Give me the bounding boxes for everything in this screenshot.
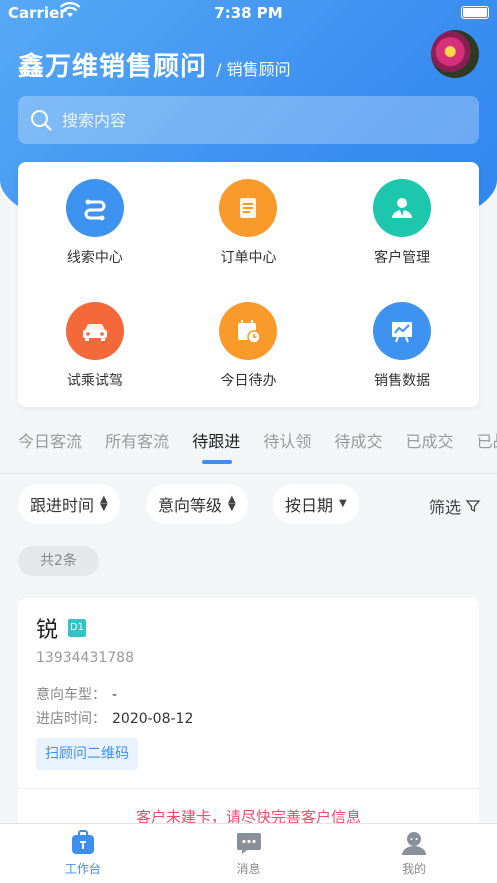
sort-icon: ▲ ▼ [228,494,236,513]
field-value: 2020-08-12 [112,711,194,727]
page-title-row: 鑫万维销售顾问 / 销售顾问 [18,46,291,83]
workbench-icon [71,830,94,854]
grid-label: 订单中心 [220,250,277,267]
search-bar[interactable] [18,96,479,144]
follow-time-sort-button[interactable]: 跟进时间 ▲ ▼ [18,484,120,524]
grid-label: 线索中心 [66,250,123,267]
tab-bar: 今日客流 所有客流 待跟进 待认领 待成交 已成交 已战败 [0,420,497,474]
nav-label: 我的 [402,862,427,876]
grid-item-order-center[interactable]: 订单中心 [172,162,326,285]
calendar-icon [219,301,278,360]
tab-today-flow[interactable]: 今日客流 [0,420,82,464]
function-grid: 线索中心 订单中心 客户管理 试乘试驾 今日待办 销售数据 [18,162,479,407]
screen-filter-button[interactable]: 筛选 [429,494,481,518]
nav-messages[interactable]: 消息 [166,824,332,883]
clue-icon [65,179,124,238]
bottom-nav: 工作台 消息 我的 [0,823,497,883]
field-value: - [112,687,118,703]
customer-icon [373,179,432,238]
customer-name: 锐 [36,618,59,643]
tab-lost[interactable]: 已战败 [459,420,497,464]
tab-all-flow[interactable]: 所有客流 [87,420,169,464]
clock: 7:38 PM [214,4,283,22]
chart-icon [373,301,432,360]
nav-profile[interactable]: 我的 [331,824,497,883]
divider [18,788,479,789]
status-bar: Carrier 7:38 PM [0,0,497,26]
intent-level-sort-button[interactable]: 意向等级 ▲ ▼ [146,484,248,524]
role-label: / 销售顾问 [216,60,291,79]
avatar[interactable] [431,30,479,78]
tab-pending-deal[interactable]: 待成交 [316,420,382,464]
customer-card[interactable]: 锐 D1 13934431788 意向车型： - 进店时间： 2020-08-12 … [18,598,479,858]
grid-label: 销售数据 [374,372,431,389]
result-count: 共2条 [18,546,99,576]
grid-item-clue-center[interactable]: 线索中心 [18,162,172,285]
customer-phone: 13934431788 [36,650,134,666]
nav-label: 工作台 [64,862,101,876]
profile-icon [402,832,427,855]
by-date-dropdown[interactable]: 按日期 ▼ [273,484,359,524]
message-icon [236,833,261,854]
visit-time-row: 进店时间： 2020-08-12 [36,708,193,728]
tab-pending-follow[interactable]: 待跟进 [174,420,240,464]
car-icon [65,301,124,360]
grid-item-sales-data[interactable]: 销售数据 [325,285,479,408]
filter-label: 跟进时间 [30,496,95,515]
filter-bar: 跟进时间 ▲ ▼ 意向等级 ▲ ▼ 按日期 ▼ 筛选 共2条 [0,474,497,586]
field-label: 意向车型： [36,687,106,703]
grid-label: 今日待办 [220,372,277,389]
caret-down-icon: ▼ [339,498,347,509]
tab-pending-claim[interactable]: 待认领 [245,420,311,464]
search-input[interactable] [62,110,442,130]
app-title: 鑫万维销售顾问 [18,52,208,82]
nav-workbench[interactable]: 工作台 [0,824,166,883]
grid-label: 客户管理 [374,250,431,267]
grid-item-test-drive[interactable]: 试乘试驾 [18,285,172,408]
tab-closed-deal[interactable]: 已成交 [388,420,454,464]
order-icon [219,179,278,238]
level-badge: D1 [68,619,86,637]
intent-model-row: 意向车型： - [36,684,117,704]
battery-icon [461,6,489,19]
funnel-icon [465,500,481,513]
grid-item-customer-management[interactable]: 客户管理 [325,162,479,285]
grid-item-today-todo[interactable]: 今日待办 [172,285,326,408]
filter-label: 按日期 [285,496,334,515]
nav-label: 消息 [236,862,261,876]
filter-label: 筛选 [428,498,461,517]
scan-qr-button[interactable]: 扫顾问二维码 [36,738,138,770]
search-icon [31,110,52,131]
grid-label: 试乘试驾 [66,372,123,389]
filter-label: 意向等级 [158,496,223,515]
field-label: 进店时间： [36,711,106,727]
sort-icon: ▲ ▼ [100,494,108,513]
